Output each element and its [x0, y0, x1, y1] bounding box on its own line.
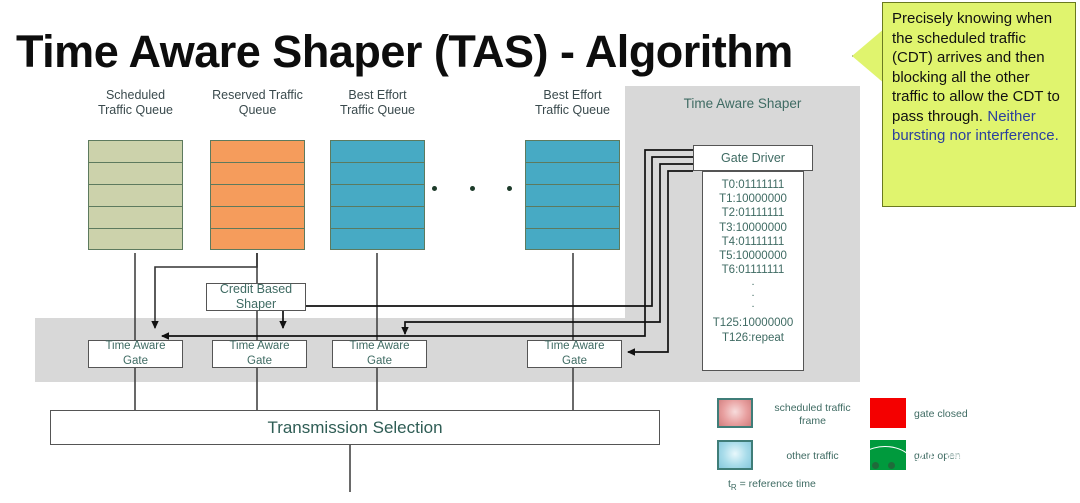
page-title: Time Aware Shaper (TAS) - Algorithm — [16, 26, 793, 77]
credit-based-shaper-box[interactable]: Credit Based Shaper — [206, 282, 306, 311]
callout-box: Precisely knowing when the scheduled tra… — [882, 2, 1076, 207]
queue-cell[interactable] — [88, 140, 183, 162]
best-effort-traffic-queue-1-header: Best Effort Traffic Queue — [340, 88, 415, 118]
queue-header-line1: Best Effort — [348, 88, 407, 102]
gate-label-line1: Time Aware — [349, 340, 410, 352]
queue-cell[interactable] — [210, 140, 305, 162]
legend-label-line2: frame — [799, 415, 826, 427]
time-aware-gate-2[interactable]: Time Aware Gate — [212, 340, 307, 368]
queue-cell[interactable] — [330, 228, 425, 250]
ellipsis-dot — [432, 186, 437, 191]
queue-header-line1: Scheduled — [105, 88, 166, 102]
queue-header-line1: Reserved Traffic — [212, 88, 303, 102]
legend-swatch-gate-closed — [870, 398, 906, 428]
reserved-traffic-queue-header: Reserved Traffic Queue — [212, 88, 303, 118]
queue-cell[interactable] — [210, 184, 305, 206]
scheduled-traffic-queue-header: Scheduled Traffic Queue — [98, 88, 173, 118]
gate-driver-continuation-dot: . — [751, 298, 755, 311]
scheduled-traffic-queue-cells — [88, 140, 183, 250]
best-effort-traffic-queue-2-cells — [525, 140, 620, 250]
queue-header-line2: Queue — [238, 103, 277, 117]
queue-cell[interactable] — [330, 184, 425, 206]
queue-cell[interactable] — [88, 206, 183, 228]
queue-cell[interactable] — [210, 162, 305, 184]
diagram-canvas: Time Aware Shaper (TAS) - Algorithm Time… — [0, 0, 1080, 503]
reserved-traffic-queue-cells — [210, 140, 305, 250]
legend-swatch-scheduled-traffic-frame — [717, 398, 753, 428]
gate-driver-entry: T5:10000000 — [719, 250, 787, 263]
legend-swatch-other-traffic — [717, 440, 753, 470]
best-effort-traffic-queue-2-header: Best Effort Traffic Queue — [535, 88, 610, 118]
gate-driver-entry: T3:10000000 — [719, 221, 787, 234]
legend-label-gate-open: gate open — [914, 450, 961, 462]
credit-based-shaper-line1: Credit Based — [219, 282, 293, 296]
legend-swatch-gate-open — [870, 440, 906, 470]
queue-cell[interactable] — [525, 162, 620, 184]
queue-cell[interactable] — [88, 228, 183, 250]
gate-driver-entry: T6:01111111 — [721, 264, 785, 277]
transmission-selection-box[interactable]: Transmission Selection — [50, 410, 660, 445]
queue-cell[interactable] — [525, 184, 620, 206]
legend-ref-rest: = reference time — [736, 478, 816, 490]
queue-cell[interactable] — [210, 228, 305, 250]
best-effort-traffic-queue-1-cells — [330, 140, 425, 250]
gate-label-line1: Time Aware — [105, 340, 166, 352]
credit-based-shaper-line2: Shaper — [235, 297, 277, 311]
queue-cell[interactable] — [330, 140, 425, 162]
gate-driver-entry: T1:10000000 — [719, 193, 787, 206]
gate-label-line1: Time Aware — [544, 340, 605, 352]
gate-driver-entry: T4:01111111 — [721, 235, 785, 248]
gate-label-line2: Gate — [123, 355, 148, 367]
legend-label-scheduled-traffic-frame: scheduled traffic frame — [760, 402, 865, 428]
gate-label-line2: Gate — [247, 355, 272, 367]
ellipsis-dot — [507, 186, 512, 191]
gate-driver-entry: T125:10000000 — [712, 317, 794, 330]
legend-label-other-traffic: other traffic — [786, 450, 839, 462]
gate-driver-entry: T2:01111111 — [721, 207, 785, 220]
queue-cell[interactable] — [330, 162, 425, 184]
queue-header-line1: Best Effort — [543, 88, 602, 102]
legend: scheduled traffic frame gate closed othe… — [700, 392, 1080, 503]
gate-driver-entry: T0:01111111 — [721, 179, 785, 191]
ellipsis-dot — [469, 186, 475, 191]
queue-header-line2: Traffic Queue — [339, 103, 416, 117]
queue-cell[interactable] — [88, 162, 183, 184]
gate-driver-schedule: T0:01111111 T1:10000000 T2:01111111 T3:1000… — [702, 171, 804, 371]
gate-label-line1: Time Aware — [229, 340, 290, 352]
queue-cell[interactable] — [88, 184, 183, 206]
time-aware-gate-3[interactable]: Time Aware Gate — [332, 340, 427, 368]
queue-header-line2: Traffic Queue — [97, 103, 174, 117]
queue-cell[interactable] — [210, 206, 305, 228]
gate-label-line2: Gate — [367, 355, 392, 367]
queue-cell[interactable] — [330, 206, 425, 228]
time-aware-gate-1[interactable]: Time Aware Gate — [88, 340, 183, 368]
time-aware-shaper-label: Time Aware Shaper — [683, 96, 802, 111]
legend-label-gate-closed: gate closed — [914, 408, 968, 420]
time-aware-gate-4[interactable]: Time Aware Gate — [527, 340, 622, 368]
legend-reference-time: tR = reference time — [728, 478, 816, 492]
queue-header-line2: Traffic Queue — [534, 103, 611, 117]
queue-cell[interactable] — [525, 206, 620, 228]
gate-driver-header[interactable]: Gate Driver — [693, 145, 813, 171]
legend-label-line1: scheduled traffic — [774, 402, 851, 414]
queue-ellipsis — [432, 186, 512, 191]
gate-label-line2: Gate — [562, 355, 587, 367]
queue-cell[interactable] — [525, 228, 620, 250]
gate-driver-entry: T126:repeat — [721, 331, 784, 344]
callout-pointer — [852, 28, 885, 84]
queue-cell[interactable] — [525, 140, 620, 162]
